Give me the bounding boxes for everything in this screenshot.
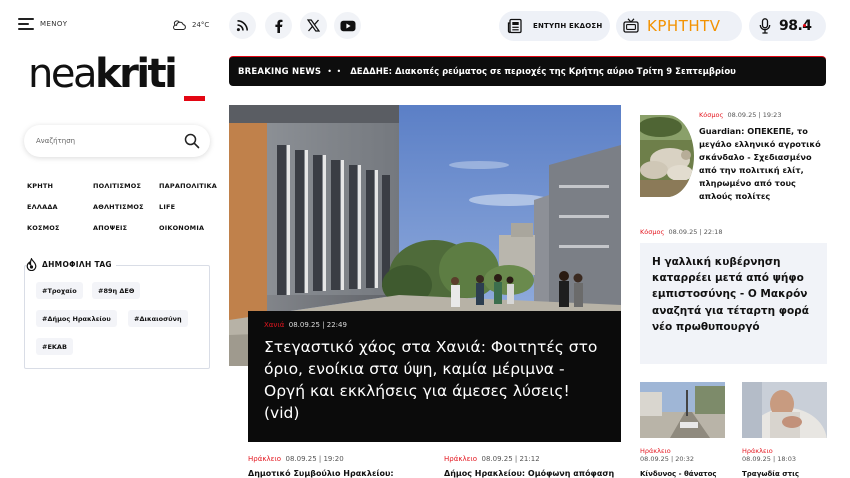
rss-icon xyxy=(236,20,248,32)
print-edition-button[interactable]: ΕΝΤΥΠΗ ΕΚΔΟΣΗ xyxy=(499,11,610,41)
article-time: 19:20 xyxy=(323,455,344,463)
featured-article-box[interactable]: Η γαλλική κυβέρνηση καταρρέει μετά από ψ… xyxy=(640,243,827,364)
article-meta: Κόσμος 08.09.25 | 19:23 xyxy=(699,111,782,119)
weather-temperature: 24°C xyxy=(192,21,210,29)
article-time: 19:23 xyxy=(762,111,782,119)
article-section[interactable]: Ηράκλειο xyxy=(444,455,477,463)
article-time: 18:03 xyxy=(777,455,797,463)
radio-button[interactable]: 98.4 xyxy=(749,11,826,41)
article-title[interactable]: Η γαλλική κυβέρνηση καταρρέει μετά από ψ… xyxy=(652,254,815,335)
logo-underscore xyxy=(184,96,205,101)
article-title[interactable]: Δήμος Ηρακλείου: Ομόφωνη απόφαση xyxy=(444,469,614,478)
popular-tags-box: #Τροχαίο #89η ΔΕΘ #Δήμος Ηρακλείου #Δικα… xyxy=(24,265,210,369)
category-nav: ΚΡΗΤΗ ΠΟΛΙΤΙΣΜΟΣ ΠΑΡΑΠΟΛΙΤΙΚΑ ΕΛΛΑΔΑ ΑΘΛ… xyxy=(27,182,222,232)
breaking-news-bar: BREAKING NEWS • • ΔΕΔΔΗΕ: Διακοπές ρεύμα… xyxy=(229,56,826,86)
article-title[interactable]: Τραγωδία στις xyxy=(742,470,799,478)
article-thumbnail[interactable] xyxy=(640,382,725,438)
breaking-news-label: BREAKING NEWS xyxy=(238,66,322,77)
hero-article-title[interactable]: Στεγαστικό χάος στα Χανιά: Φοιτητές στο … xyxy=(264,336,605,424)
menu-icon xyxy=(18,18,34,30)
article-date: 08.09.25 xyxy=(668,228,698,236)
search-box[interactable]: Αναζήτηση xyxy=(24,125,210,157)
kriti-tv-logo: ΚΡΗΤΗTV xyxy=(647,17,721,35)
x-icon xyxy=(307,19,320,32)
radio-logo: 98.4 xyxy=(779,18,812,34)
hero-article-datetime: 08.09.25 | 22:49 xyxy=(288,321,347,329)
article-date: 08.09.25 xyxy=(727,111,757,119)
radio-logo-dot xyxy=(803,24,806,27)
article-date: 08.09.25 xyxy=(481,455,513,463)
category-link-ellada[interactable]: ΕΛΛΑΔΑ xyxy=(27,203,93,211)
category-link-life[interactable]: LIFE xyxy=(159,203,222,211)
article-section[interactable]: Ηράκλειο xyxy=(640,447,694,455)
category-link-kosmos[interactable]: ΚΟΣΜΟΣ xyxy=(27,224,93,232)
search-input[interactable]: Αναζήτηση xyxy=(36,137,75,145)
article-section[interactable]: Κόσμος xyxy=(640,228,664,236)
category-link-athlitismos[interactable]: ΑΘΛΗΤΙΣΜΟΣ xyxy=(93,203,159,211)
logo-text-light: nea xyxy=(28,51,97,97)
youtube-icon xyxy=(340,20,355,31)
article-time: 20:32 xyxy=(675,455,695,463)
print-edition-label: ΕΝΤΥΠΗ ΕΚΔΟΣΗ xyxy=(533,22,603,30)
article-date: 08.09.25 xyxy=(742,455,771,463)
article-meta: Ηράκλειο 08.09.25 | 19:20 xyxy=(248,455,344,463)
weather-widget[interactable]: 24°C xyxy=(171,19,209,31)
fire-icon xyxy=(26,258,37,271)
article-date: 08.09.25 xyxy=(640,455,669,463)
tv-icon xyxy=(623,18,639,33)
hero-article-section[interactable]: Χανιά xyxy=(264,321,284,329)
facebook-button[interactable] xyxy=(265,12,292,39)
breaking-news-headline[interactable]: ΔΕΔΔΗΕ: Διακοπές ρεύματος σε περιοχές τη… xyxy=(350,67,736,77)
breaking-news-separator: • • xyxy=(327,67,343,76)
facebook-icon xyxy=(275,19,283,33)
tag-chip[interactable]: #89η ΔΕΘ xyxy=(92,282,141,299)
site-logo[interactable]: neakriti xyxy=(28,51,178,97)
article-time: 21:12 xyxy=(519,455,540,463)
search-icon[interactable] xyxy=(184,133,200,149)
x-button[interactable] xyxy=(300,12,327,39)
popular-tags-header: ΔΗΜΟΦΙΛΗ TAG xyxy=(26,258,116,271)
article-thumbnail[interactable] xyxy=(640,115,694,197)
article-meta: Κόσμος 08.09.25 | 22:18 xyxy=(640,228,723,236)
category-link-kriti[interactable]: ΚΡΗΤΗ xyxy=(27,182,93,190)
article-section[interactable]: Ηράκλειο xyxy=(742,447,796,455)
category-link-apopseis[interactable]: ΑΠΟΨΕΙΣ xyxy=(93,224,159,232)
category-link-oikonomia[interactable]: ΟΙΚΟΝΟΜΙΑ xyxy=(159,224,222,232)
article-meta: Ηράκλειο 08.09.25 | 18:03 xyxy=(742,447,797,463)
article-date: 08.09.25 xyxy=(285,455,317,463)
hero-article-meta: Χανιά 08.09.25 | 22:49 xyxy=(264,321,605,329)
tag-chip[interactable]: #Δικαιοσύνη xyxy=(128,310,188,327)
category-link-parapolitika[interactable]: ΠΑΡΑΠΟΛΙΤΙΚΑ xyxy=(159,182,222,190)
menu-button[interactable]: ΜΕΝΟΥ xyxy=(18,18,67,30)
article-meta: Ηράκλειο 08.09.25 | 20:32 xyxy=(640,447,695,463)
category-link-politismos[interactable]: ΠΟΛΙΤΙΣΜΟΣ xyxy=(93,182,159,190)
logo-text-bold: kriti xyxy=(94,51,178,97)
rss-button[interactable] xyxy=(229,12,256,39)
hero-article-card[interactable]: Χανιά 08.09.25 | 22:49 Στεγαστικό χάος σ… xyxy=(248,311,621,442)
youtube-button[interactable] xyxy=(334,12,361,39)
article-thumbnail[interactable] xyxy=(742,382,827,438)
newspaper-icon xyxy=(507,18,522,34)
article-title[interactable]: Guardian: ΟΠΕΚΕΠΕ, το μεγάλο ελληνικό αγ… xyxy=(699,125,829,203)
article-title[interactable]: Δημοτικό Συμβούλιο Ηρακλείου: xyxy=(248,469,394,478)
tag-chip[interactable]: #ΕΚΑΒ xyxy=(36,338,73,355)
microphone-icon xyxy=(759,18,771,34)
kriti-tv-button[interactable]: ΚΡΗΤΗTV xyxy=(616,11,742,41)
article-title[interactable]: Κίνδυνος - θάνατος xyxy=(640,470,717,478)
cloud-icon xyxy=(173,20,186,30)
menu-label: ΜΕΝΟΥ xyxy=(40,20,68,28)
article-section[interactable]: Κόσμος xyxy=(699,111,723,119)
tag-chip[interactable]: #Τροχαίο xyxy=(36,282,83,299)
popular-tags-title: ΔΗΜΟΦΙΛΗ TAG xyxy=(42,260,112,269)
article-meta: Ηράκλειο 08.09.25 | 21:12 xyxy=(444,455,540,463)
article-section[interactable]: Ηράκλειο xyxy=(248,455,281,463)
article-time: 22:18 xyxy=(703,228,723,236)
tag-chip[interactable]: #Δήμος Ηρακλείου xyxy=(36,310,117,327)
